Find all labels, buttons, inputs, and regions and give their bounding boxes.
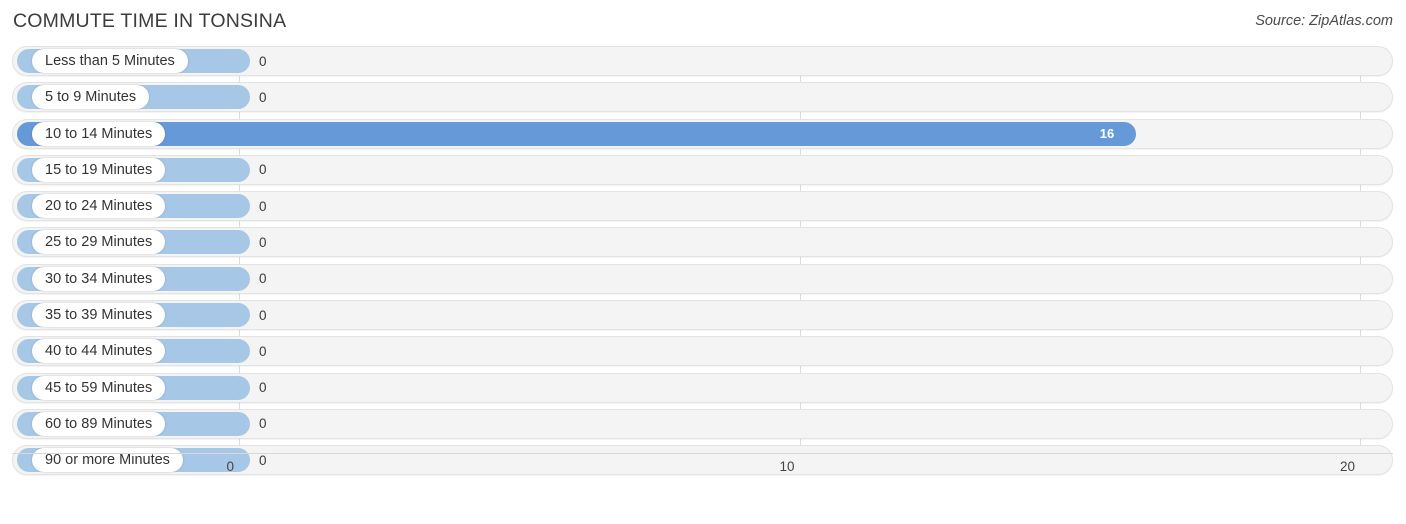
bar-value-label: 0: [259, 416, 267, 432]
bar-value-label: 0: [259, 307, 267, 323]
bar-value-label: 0: [259, 271, 267, 287]
bar-row[interactable]: 20 to 24 Minutes 0: [0, 191, 1406, 222]
category-label: 25 to 29 Minutes: [32, 230, 166, 255]
bar-row[interactable]: 5 to 9 Minutes 0: [0, 82, 1406, 113]
bar-value-label: 0: [259, 380, 267, 396]
x-tick-label: 0: [226, 459, 234, 474]
bar-value-label: 0: [259, 162, 267, 178]
x-tick-label: 10: [779, 459, 795, 474]
category-label: 5 to 9 Minutes: [32, 85, 150, 110]
bar-row[interactable]: 10 to 14 Minutes 16: [0, 118, 1406, 149]
bar-row[interactable]: 40 to 44 Minutes 0: [0, 336, 1406, 367]
bar-value-label: 0: [259, 89, 267, 105]
category-label: 30 to 34 Minutes: [32, 266, 166, 291]
page-title: COMMUTE TIME IN TONSINA: [13, 10, 287, 32]
bar-rows: Less than 5 Minutes 0 5 to 9 Minutes 0 10 to…: [0, 46, 1406, 482]
category-label: 40 to 44 Minutes: [32, 339, 166, 364]
bar-value-label: 0: [259, 198, 267, 214]
chart-header: COMMUTE TIME IN TONSINA Source: ZipAtlas…: [0, 0, 1406, 46]
chart-plot-area: Less than 5 Minutes 0 5 to 9 Minutes 0 10 to…: [0, 46, 1406, 489]
bar-value-label: 0: [259, 234, 267, 250]
category-label: Less than 5 Minutes: [32, 49, 188, 73]
x-axis-line: [12, 453, 1393, 454]
category-label: 45 to 59 Minutes: [32, 375, 166, 400]
bar-row[interactable]: Less than 5 Minutes 0: [0, 46, 1406, 76]
bar-row[interactable]: 60 to 89 Minutes 0: [0, 408, 1406, 439]
bar-value-label: 0: [259, 53, 267, 69]
bar-value-label: 16: [1099, 126, 1115, 142]
category-label: 20 to 24 Minutes: [32, 194, 166, 219]
bar[interactable]: [17, 121, 1136, 146]
source-label: Source: ZipAtlas.com: [1255, 13, 1393, 29]
bar-value-label: 0: [259, 343, 267, 359]
category-label: 35 to 39 Minutes: [32, 303, 166, 328]
bar-row[interactable]: 15 to 19 Minutes 0: [0, 154, 1406, 185]
x-axis: 0 10 20: [0, 453, 1406, 489]
bar-row[interactable]: 35 to 39 Minutes 0: [0, 300, 1406, 331]
bar-row[interactable]: 30 to 34 Minutes 0: [0, 263, 1406, 294]
x-tick-label: 20: [1339, 459, 1355, 474]
category-label: 15 to 19 Minutes: [32, 157, 166, 182]
category-label: 10 to 14 Minutes: [32, 121, 166, 146]
category-label: 60 to 89 Minutes: [32, 411, 166, 436]
bar-row[interactable]: 45 to 59 Minutes 0: [0, 372, 1406, 403]
bar-row[interactable]: 25 to 29 Minutes 0: [0, 227, 1406, 258]
